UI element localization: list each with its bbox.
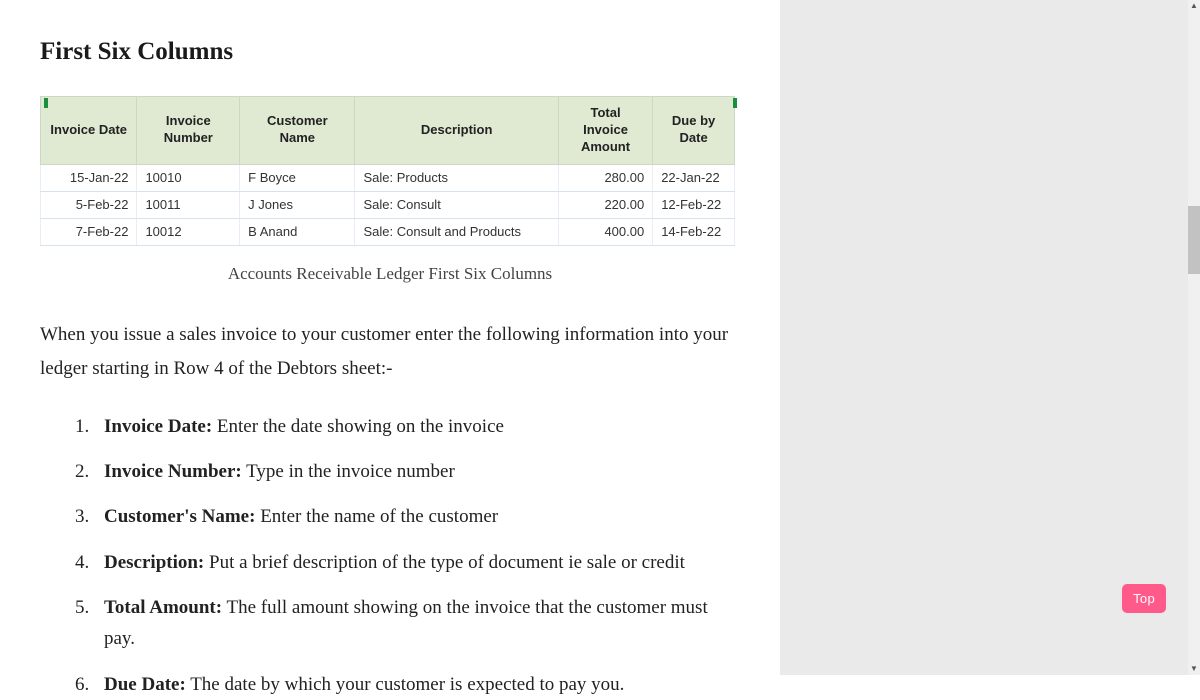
th-customer-name: Customer Name [240, 97, 355, 165]
list-item: Customer's Name: Enter the name of the c… [94, 501, 740, 532]
article-content: First Six Columns Invoice Date Invoice N… [0, 0, 780, 675]
sidebar-column [780, 0, 1188, 675]
table-header-row: Invoice Date Invoice Number Customer Nam… [41, 97, 735, 165]
cell-total-amount: 400.00 [558, 219, 652, 246]
cell-total-amount: 220.00 [558, 191, 652, 218]
list-item: Due Date: The date by which your custome… [94, 669, 740, 700]
list-def: Put a brief description of the type of d… [204, 552, 685, 573]
list-term: Invoice Date: [104, 416, 212, 437]
list-item: Invoice Date: Enter the date showing on … [94, 411, 740, 442]
th-total-amount: Total Invoice Amount [558, 97, 652, 165]
cell-due-date: 14-Feb-22 [653, 219, 735, 246]
cell-customer-name: B Anand [240, 219, 355, 246]
intro-paragraph: When you issue a sales invoice to your c… [40, 318, 740, 386]
list-item: Description: Put a brief description of … [94, 547, 740, 578]
ledger-table: Invoice Date Invoice Number Customer Nam… [40, 96, 735, 246]
list-item: Total Amount: The full amount showing on… [94, 592, 740, 655]
table-row: 5-Feb-22 10011 J Jones Sale: Consult 220… [41, 191, 735, 218]
scroll-down-arrow-icon[interactable]: ▼ [1188, 663, 1200, 675]
selection-handle-right [733, 98, 737, 108]
list-def: Enter the date showing on the invoice [212, 416, 504, 437]
list-def: The date by which your customer is expec… [186, 674, 625, 695]
cell-customer-name: F Boyce [240, 164, 355, 191]
ledger-tbody: 15-Jan-22 10010 F Boyce Sale: Products 2… [41, 164, 735, 246]
scroll-up-arrow-icon[interactable]: ▲ [1188, 0, 1200, 12]
cell-total-amount: 280.00 [558, 164, 652, 191]
list-term: Invoice Number: [104, 461, 242, 482]
instructions-list: Invoice Date: Enter the date showing on … [40, 411, 740, 700]
cell-description: Sale: Consult [355, 191, 558, 218]
list-term: Total Amount: [104, 597, 222, 618]
list-term: Due Date: [104, 674, 186, 695]
th-invoice-number: Invoice Number [137, 97, 240, 165]
selection-handle-left [44, 98, 48, 108]
th-description: Description [355, 97, 558, 165]
scrollbar-track[interactable]: ▲ ▼ [1188, 0, 1200, 675]
cell-description: Sale: Products [355, 164, 558, 191]
list-term: Customer's Name: [104, 506, 255, 527]
cell-invoice-number: 10011 [137, 191, 240, 218]
cell-description: Sale: Consult and Products [355, 219, 558, 246]
scrollbar-thumb[interactable] [1188, 206, 1200, 274]
table-row: 7-Feb-22 10012 B Anand Sale: Consult and… [41, 219, 735, 246]
th-invoice-date: Invoice Date [41, 97, 137, 165]
th-due-date: Due by Date [653, 97, 735, 165]
cell-invoice-date: 15-Jan-22 [41, 164, 137, 191]
cell-invoice-number: 10012 [137, 219, 240, 246]
table-row: 15-Jan-22 10010 F Boyce Sale: Products 2… [41, 164, 735, 191]
back-to-top-button[interactable]: Top [1122, 584, 1166, 613]
cell-due-date: 22-Jan-22 [653, 164, 735, 191]
list-term: Description: [104, 552, 204, 573]
cell-customer-name: J Jones [240, 191, 355, 218]
section-heading: First Six Columns [40, 38, 740, 66]
cell-invoice-date: 7-Feb-22 [41, 219, 137, 246]
cell-due-date: 12-Feb-22 [653, 191, 735, 218]
figure-caption: Accounts Receivable Ledger First Six Col… [40, 264, 740, 284]
cell-invoice-date: 5-Feb-22 [41, 191, 137, 218]
ledger-figure: Invoice Date Invoice Number Customer Nam… [40, 96, 740, 246]
list-item: Invoice Number: Type in the invoice numb… [94, 456, 740, 487]
cell-invoice-number: 10010 [137, 164, 240, 191]
list-def: Type in the invoice number [242, 461, 455, 482]
list-def: Enter the name of the customer [255, 506, 498, 527]
